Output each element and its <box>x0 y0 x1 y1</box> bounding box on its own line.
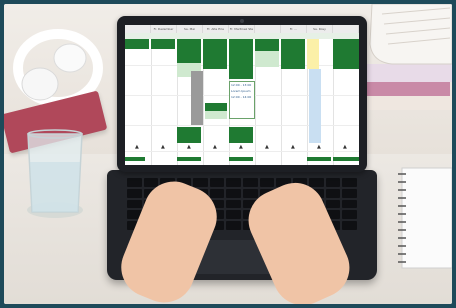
pin-icon: ▲ <box>239 144 243 150</box>
shift-block[interactable] <box>177 127 201 143</box>
pin-icon: ▲ <box>291 144 295 150</box>
desk-photo: Fr. Dezember Sa. Mai Fr. Alte Erie Fr. M… <box>4 4 452 304</box>
stacked-books <box>362 4 452 110</box>
pin-icon: ▲ <box>161 144 165 150</box>
pin-icon: ▲ <box>265 144 269 150</box>
shift-block[interactable] <box>307 39 319 69</box>
webcam <box>240 19 244 23</box>
pin-icon: ▲ <box>317 144 321 150</box>
shift-block[interactable] <box>333 157 359 161</box>
pin-icon: ▲ <box>187 144 191 150</box>
shift-block[interactable] <box>255 51 279 67</box>
day-header-4: Fr. Alte Erie <box>203 25 229 33</box>
shift-block[interactable] <box>307 157 331 161</box>
shift-block[interactable] <box>255 39 279 51</box>
scheduler-screen: Fr. Dezember Sa. Mai Fr. Alte Erie Fr. M… <box>125 25 359 165</box>
shift-block[interactable] <box>191 71 203 125</box>
shift-block[interactable] <box>205 111 227 119</box>
note-text-2: Lorem Ipsum <box>231 89 251 93</box>
pin-icon: ▲ <box>343 144 347 150</box>
note-text-1: 12:00 - 13:00 <box>231 83 252 87</box>
day-header-9 <box>333 25 359 33</box>
day-header-6 <box>255 25 281 33</box>
shift-block[interactable] <box>177 39 201 63</box>
note-text-3: 12:00 - 14:00 <box>231 95 252 99</box>
day-header-7: Fr. ... <box>281 25 307 33</box>
day-header-3: Sa. Mai <box>177 25 203 33</box>
day-header-5: Fr. Martinez Ste <box>229 25 255 33</box>
pin-icon: ▲ <box>213 144 217 150</box>
shift-block[interactable] <box>125 157 145 161</box>
shift-block[interactable] <box>229 157 253 161</box>
shift-block[interactable] <box>151 39 175 49</box>
shift-block[interactable] <box>333 39 359 69</box>
pin-icon: ▲ <box>135 144 139 150</box>
laptop-lid: Fr. Dezember Sa. Mai Fr. Alte Erie Fr. M… <box>117 16 367 172</box>
shift-block[interactable] <box>205 103 227 111</box>
shift-block[interactable] <box>229 127 253 143</box>
day-header-2: Fr. Dezember <box>151 25 177 33</box>
day-header-1 <box>125 25 151 33</box>
shift-block[interactable] <box>309 69 321 143</box>
spiral-notebook <box>398 167 452 269</box>
shift-block[interactable] <box>203 39 227 69</box>
shift-block[interactable] <box>177 157 201 161</box>
shift-block[interactable] <box>125 39 149 49</box>
day-header-8: Sa. Rosy <box>307 25 333 33</box>
shift-block[interactable] <box>229 39 253 79</box>
shift-block[interactable] <box>281 39 305 69</box>
water-glass <box>27 129 83 218</box>
